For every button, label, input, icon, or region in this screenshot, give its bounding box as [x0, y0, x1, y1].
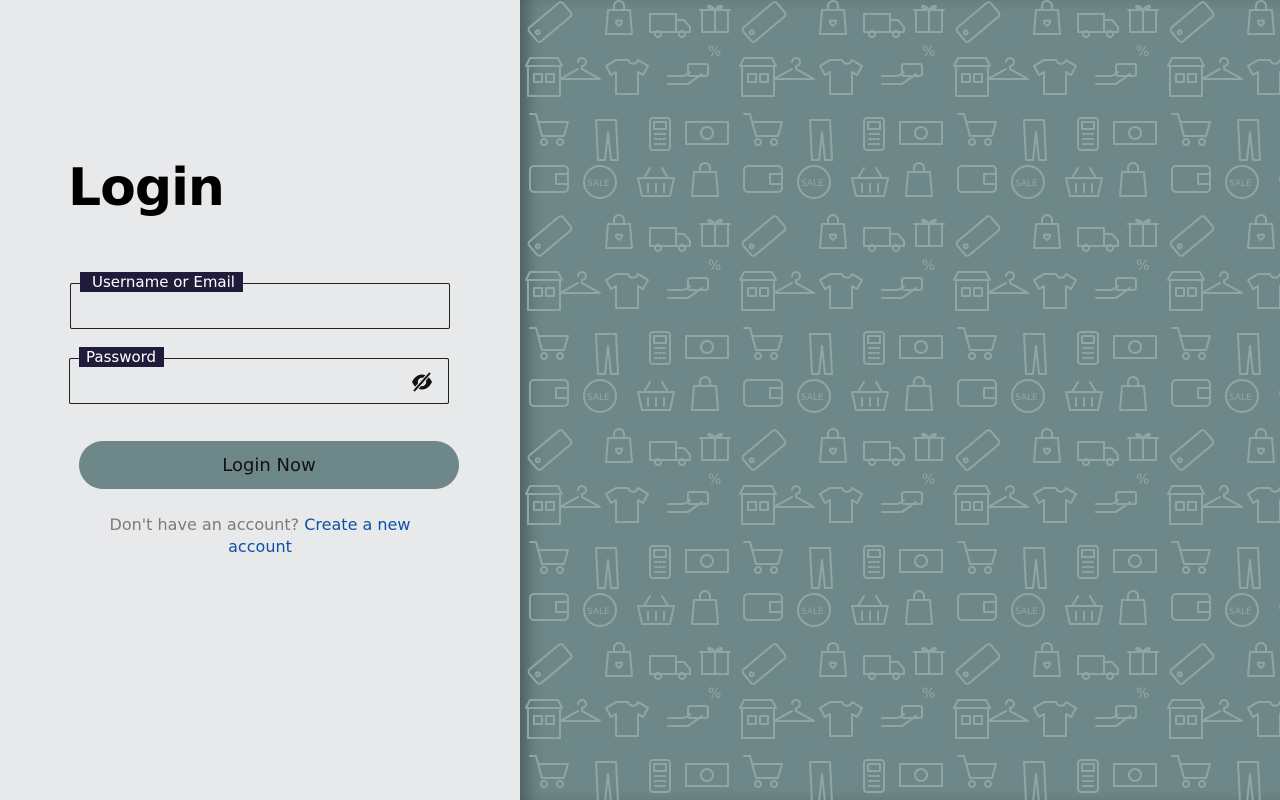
login-page: Login Username or Email Password Login N… — [0, 0, 1280, 800]
eye-slash-icon[interactable] — [410, 371, 434, 393]
signup-prompt-text: Don't have an account? — [109, 515, 300, 534]
signup-prompt: Don't have an account? Create a new acco… — [100, 514, 420, 558]
username-label: Username or Email — [80, 272, 243, 292]
shopping-pattern-panel: % — [520, 0, 1280, 800]
login-panel: Login Username or Email Password Login N… — [0, 0, 520, 800]
password-field[interactable]: Password — [69, 347, 449, 404]
username-field[interactable]: Username or Email — [70, 272, 450, 329]
shopping-pattern-background: % — [520, 0, 1280, 800]
password-label: Password — [79, 347, 165, 367]
login-now-button[interactable]: Login Now — [79, 441, 459, 489]
page-title: Login — [68, 158, 225, 218]
